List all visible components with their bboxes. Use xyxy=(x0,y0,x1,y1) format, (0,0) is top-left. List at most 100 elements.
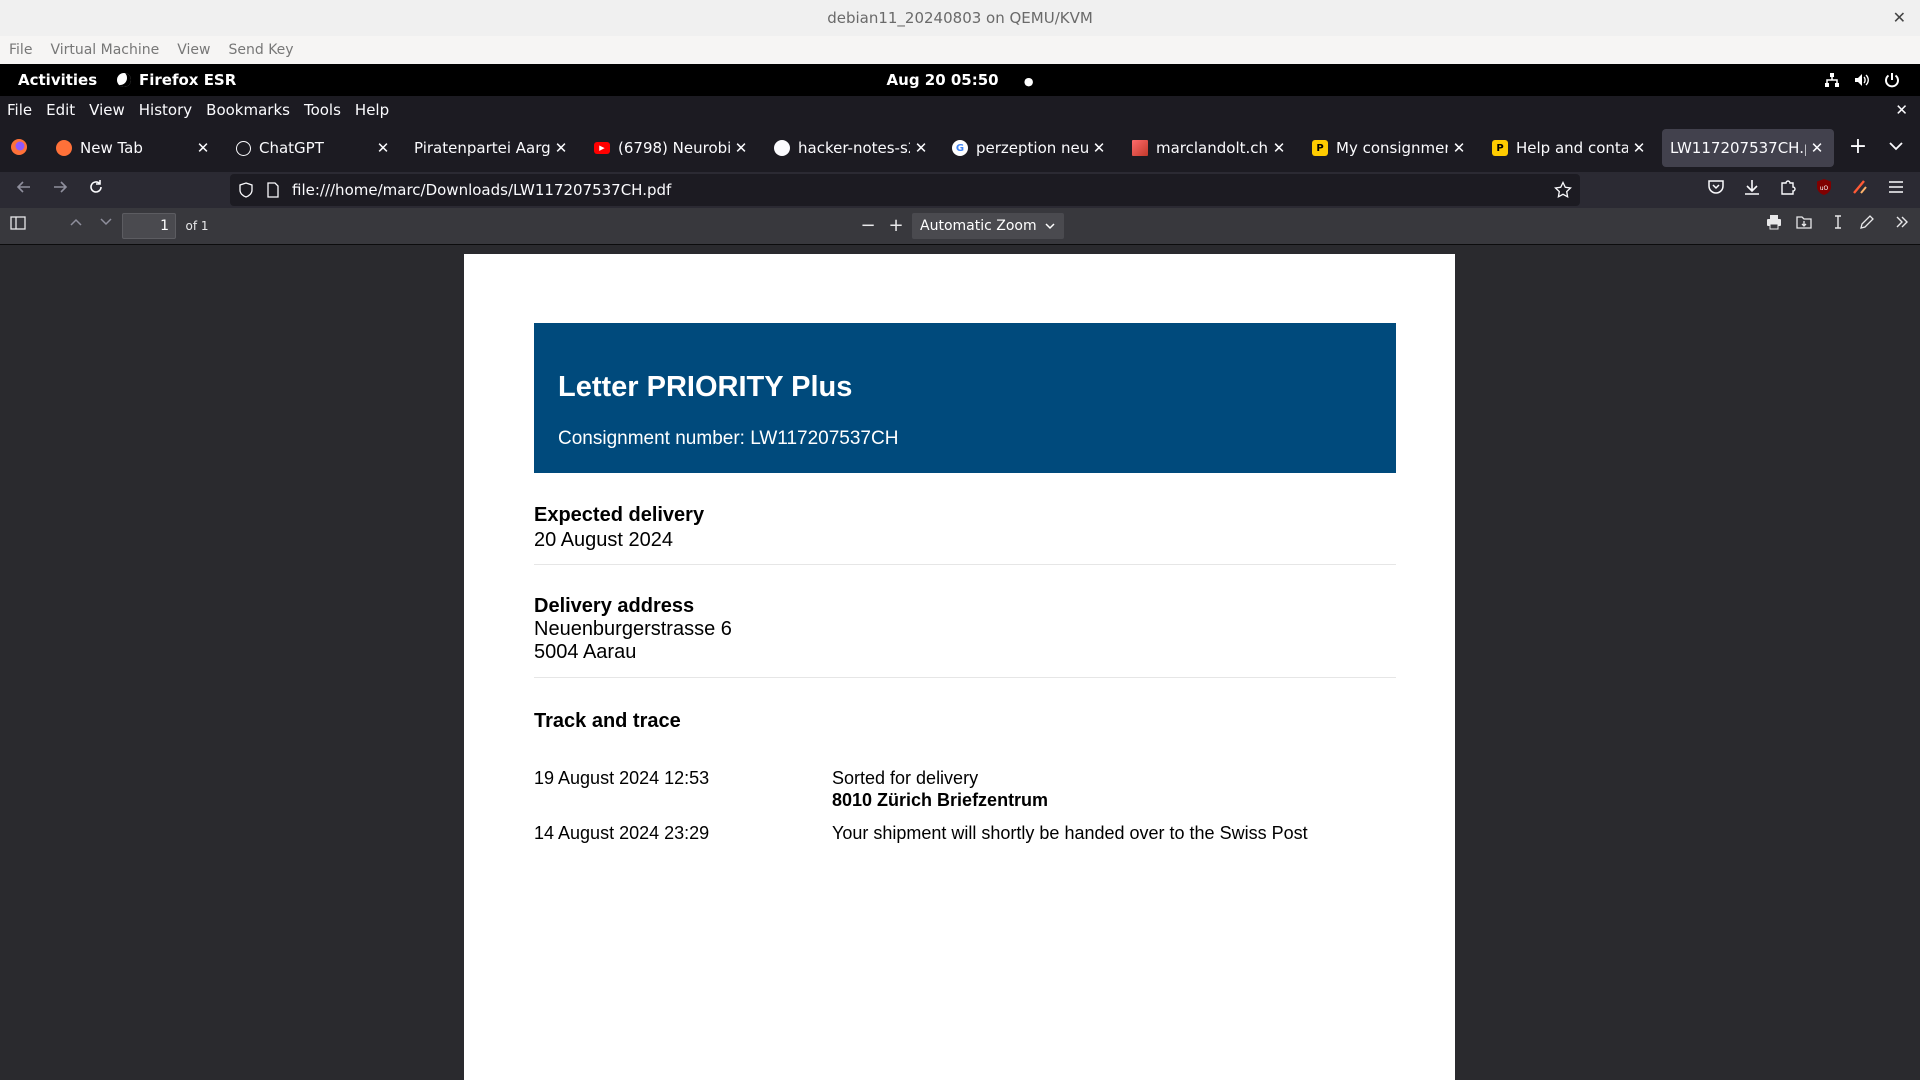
firefox-small-icon xyxy=(117,73,131,87)
save-icon xyxy=(1796,216,1812,229)
tab-close-icon[interactable]: ✕ xyxy=(1088,139,1110,157)
document-title: Letter PRIORITY Plus xyxy=(558,371,853,403)
tools-menu-button[interactable] xyxy=(1890,214,1914,238)
ublock-button[interactable]: uO xyxy=(1812,178,1836,202)
menu-help[interactable]: Help xyxy=(355,101,389,119)
app-menu-button[interactable] xyxy=(1884,178,1908,202)
divider xyxy=(534,677,1396,678)
firefox-view-button[interactable] xyxy=(10,138,30,158)
tab-help-and-contact[interactable]: P Help and contact ✕ xyxy=(1482,129,1656,167)
firefox-close-button[interactable]: ✕ xyxy=(1895,96,1908,124)
previous-page-button[interactable] xyxy=(64,214,88,238)
tab-close-icon[interactable]: ✕ xyxy=(730,139,752,157)
event-date: 19 August 2024 12:53 xyxy=(534,768,710,788)
tab-pdf-active[interactable]: LW117207537CH.pdf ✕ xyxy=(1662,129,1834,167)
menu-view[interactable]: View xyxy=(89,101,125,119)
tab-title: My consignments xyxy=(1336,139,1448,157)
pdf-page: Letter PRIORITY Plus Consignment number:… xyxy=(464,254,1455,1080)
url-bar[interactable]: file:///home/marc/Downloads/LW117207537C… xyxy=(230,174,1580,206)
menu-history[interactable]: History xyxy=(139,101,192,119)
consignment-number: Consignment number: LW117207537CH xyxy=(558,428,899,449)
tab-close-icon[interactable]: ✕ xyxy=(372,139,394,157)
vm-menu-view[interactable]: View xyxy=(177,42,210,58)
page-number-input[interactable]: 1 xyxy=(122,213,176,239)
menu-file[interactable]: File xyxy=(7,101,32,119)
pocket-icon xyxy=(1708,180,1724,194)
tab-close-icon[interactable]: ✕ xyxy=(192,139,214,157)
chevron-down-icon xyxy=(100,218,112,226)
extension-icon xyxy=(1853,180,1867,194)
save-button[interactable] xyxy=(1792,214,1816,238)
vm-menu-send-key[interactable]: Send Key xyxy=(228,42,293,58)
chevron-down-icon xyxy=(1045,223,1055,230)
text-cursor-icon xyxy=(1835,215,1841,229)
tab-strip: New Tab ✕ ChatGPT ✕ Piratenpartei Aargau… xyxy=(0,124,1920,172)
pencil-icon xyxy=(1860,215,1874,229)
activities-button[interactable]: Activities xyxy=(18,64,97,96)
vm-close-button[interactable]: ✕ xyxy=(1893,0,1906,36)
tab-close-icon[interactable]: ✕ xyxy=(1268,139,1290,157)
tab-close-icon[interactable]: ✕ xyxy=(550,139,572,157)
sidebar-toggle-button[interactable] xyxy=(6,214,30,238)
app-menu-button[interactable]: Firefox ESR xyxy=(117,64,236,96)
plus-icon: + xyxy=(888,215,904,236)
tab-title: Piratenpartei Aargau xyxy=(414,139,550,157)
menu-bookmarks[interactable]: Bookmarks xyxy=(206,101,290,119)
volume-icon xyxy=(1855,74,1869,86)
menu-tools[interactable]: Tools xyxy=(304,101,341,119)
network-icon xyxy=(1825,73,1839,87)
double-chevron-right-icon xyxy=(1896,216,1908,228)
forward-button[interactable] xyxy=(48,178,72,202)
vm-menu-file[interactable]: File xyxy=(9,42,32,58)
header-banner: Letter PRIORITY Plus Consignment number:… xyxy=(534,323,1396,473)
tab-github[interactable]: hacker-notes-s24n ✕ xyxy=(764,129,938,167)
delivery-address-heading: Delivery address xyxy=(534,595,695,617)
new-tab-button[interactable]: + xyxy=(1846,136,1870,160)
back-button[interactable] xyxy=(12,178,36,202)
tab-my-consignments[interactable]: P My consignments ✕ xyxy=(1302,129,1476,167)
reload-button[interactable] xyxy=(84,178,108,202)
next-page-button[interactable] xyxy=(94,214,118,238)
draw-tool-button[interactable] xyxy=(1855,214,1879,238)
tab-title: LW117207537CH.pdf xyxy=(1670,139,1806,157)
zoom-in-button[interactable]: + xyxy=(884,214,908,238)
extensions-button[interactable] xyxy=(1776,178,1800,202)
event-description: Your shipment will shortly be handed ove… xyxy=(832,823,1308,843)
vm-menu-virtual-machine[interactable]: Virtual Machine xyxy=(50,42,159,58)
print-button[interactable] xyxy=(1762,214,1786,238)
tab-google[interactable]: G perzeption neuron ✕ xyxy=(942,129,1116,167)
bookmark-star-icon[interactable] xyxy=(1554,181,1572,199)
divider xyxy=(534,564,1396,565)
pocket-button[interactable] xyxy=(1704,178,1728,202)
event-location: 8010 Zürich Briefzentrum xyxy=(832,790,1049,810)
tab-piratenpartei[interactable]: Piratenpartei Aargau ✕ xyxy=(404,129,578,167)
zoom-out-button[interactable]: − xyxy=(856,214,880,238)
downloads-button[interactable] xyxy=(1740,178,1764,202)
tab-new-tab[interactable]: New Tab ✕ xyxy=(46,129,220,167)
address-street: Neuenburgerstrasse 6 xyxy=(534,618,732,640)
puzzle-icon xyxy=(1781,180,1796,195)
menu-edit[interactable]: Edit xyxy=(46,101,75,119)
minus-icon: − xyxy=(860,215,876,236)
firefox-icon xyxy=(56,140,72,156)
tab-close-icon[interactable]: ✕ xyxy=(1448,139,1470,157)
tab-marclandolt[interactable]: marclandolt.ch/nig ✕ xyxy=(1122,129,1296,167)
text-tool-button[interactable] xyxy=(1826,214,1850,238)
chatgpt-icon xyxy=(236,140,251,156)
tab-close-icon[interactable]: ✕ xyxy=(910,139,932,157)
system-tray[interactable] xyxy=(1824,64,1900,96)
clock-text[interactable]: Aug 20 05:50 xyxy=(887,71,999,89)
tab-close-icon[interactable]: ✕ xyxy=(1806,139,1828,157)
tab-title: marclandolt.ch/nig xyxy=(1156,139,1268,157)
extension-button[interactable] xyxy=(1848,178,1872,202)
firefox-menubar: File Edit View History Bookmarks Tools H… xyxy=(0,96,1920,124)
zoom-select[interactable]: Automatic Zoom xyxy=(912,213,1064,239)
tab-close-icon[interactable]: ✕ xyxy=(1628,139,1650,157)
tab-chatgpt[interactable]: ChatGPT ✕ xyxy=(226,129,400,167)
zoom-value: Automatic Zoom xyxy=(920,218,1037,234)
notification-dot: ● xyxy=(1023,75,1034,88)
list-all-tabs-button[interactable] xyxy=(1886,136,1910,160)
youtube-icon: ▶ xyxy=(594,142,610,154)
tab-youtube[interactable]: ▶ (6798) Neurobiology ✕ xyxy=(584,129,758,167)
github-icon xyxy=(774,140,790,156)
